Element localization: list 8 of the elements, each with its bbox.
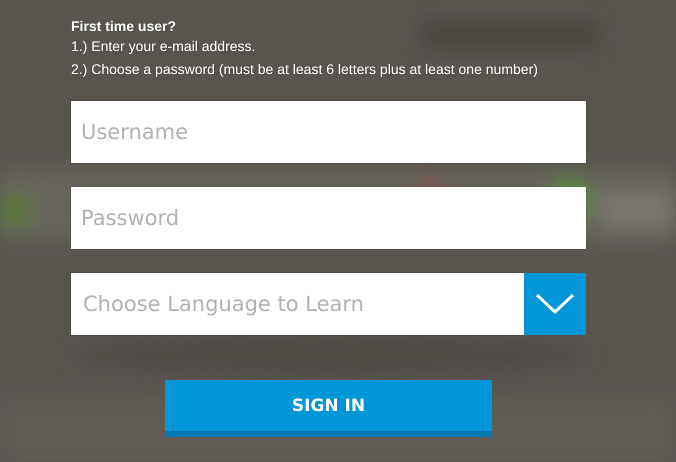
chevron-down-icon [524,273,586,335]
instruction-step: 2.) Choose a password (must be at least 6 letters plus at least one number) [71,58,586,81]
intro-title: First time user? [71,17,178,35]
password-field[interactable]: Password [71,187,586,249]
language-dropdown[interactable]: Choose Language to Learn [71,273,586,335]
instruction-step: 1.) Enter your e-mail address. [71,35,586,58]
username-field[interactable]: Username [71,101,586,163]
sign-in-button[interactable]: SIGN IN [165,380,492,437]
